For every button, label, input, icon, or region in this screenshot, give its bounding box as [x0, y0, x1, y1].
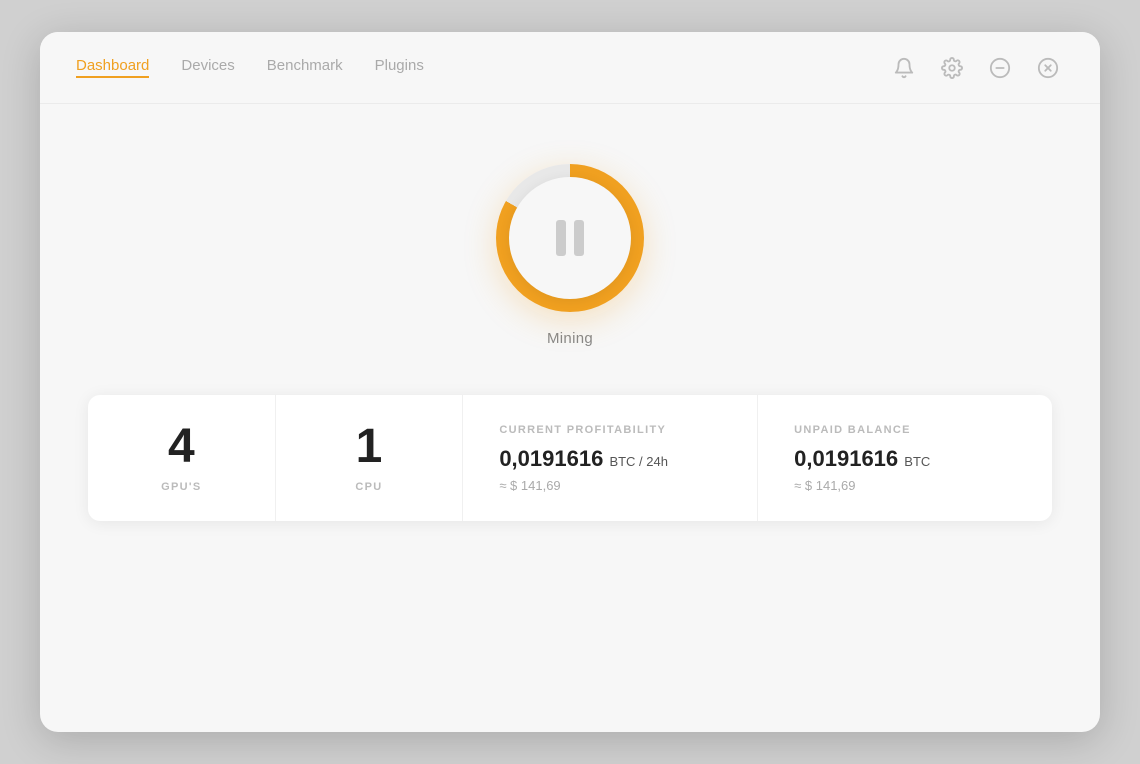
main-content: Mining 4 GPU'S 1 CPU CURRENT PROFITABILI…: [40, 104, 1100, 732]
cpu-count-value: 1: [356, 423, 383, 471]
mining-section: Mining: [496, 164, 644, 347]
app-window: Dashboard Devices Benchmark Plugins: [40, 32, 1100, 732]
stats-row: 4 GPU'S 1 CPU CURRENT PROFITABILITY 0,01…: [88, 395, 1052, 521]
minimize-icon[interactable]: [984, 52, 1016, 84]
cpu-label: CPU: [355, 481, 382, 493]
gpu-label: GPU'S: [161, 481, 201, 493]
balance-unit: BTC: [904, 454, 930, 469]
nav-right: [888, 52, 1064, 84]
mining-status-label: Mining: [547, 330, 593, 347]
balance-usd: ≈ $ 141,69: [794, 478, 855, 493]
nav-left: Dashboard Devices Benchmark Plugins: [76, 57, 424, 78]
close-icon[interactable]: [1032, 52, 1064, 84]
gpu-count-value: 4: [168, 423, 195, 471]
nav-item-dashboard[interactable]: Dashboard: [76, 57, 149, 78]
cpu-stat-cell: 1 CPU: [276, 395, 464, 521]
profitability-unit: BTC / 24h: [609, 454, 668, 469]
pause-icon: [556, 220, 584, 256]
gear-icon[interactable]: [936, 52, 968, 84]
nav-item-devices[interactable]: Devices: [181, 57, 234, 78]
profitability-cell: CURRENT PROFITABILITY 0,0191616 BTC / 24…: [463, 395, 758, 521]
pause-bar-left: [556, 220, 566, 256]
nav-item-plugins[interactable]: Plugins: [375, 57, 424, 78]
gpu-stat-cell: 4 GPU'S: [88, 395, 276, 521]
pause-bar-right: [574, 220, 584, 256]
profitability-usd: ≈ $ 141,69: [499, 478, 560, 493]
mining-button-inner: [509, 177, 631, 299]
profitability-value: 0,0191616 BTC / 24h: [499, 446, 668, 472]
nav-bar: Dashboard Devices Benchmark Plugins: [40, 32, 1100, 104]
nav-item-benchmark[interactable]: Benchmark: [267, 57, 343, 78]
profitability-header: CURRENT PROFITABILITY: [499, 424, 666, 436]
mining-button[interactable]: [496, 164, 644, 312]
bell-icon[interactable]: [888, 52, 920, 84]
balance-cell: UNPAID BALANCE 0,0191616 BTC ≈ $ 141,69: [758, 395, 1052, 521]
balance-value: 0,0191616 BTC: [794, 446, 930, 472]
balance-header: UNPAID BALANCE: [794, 424, 911, 436]
